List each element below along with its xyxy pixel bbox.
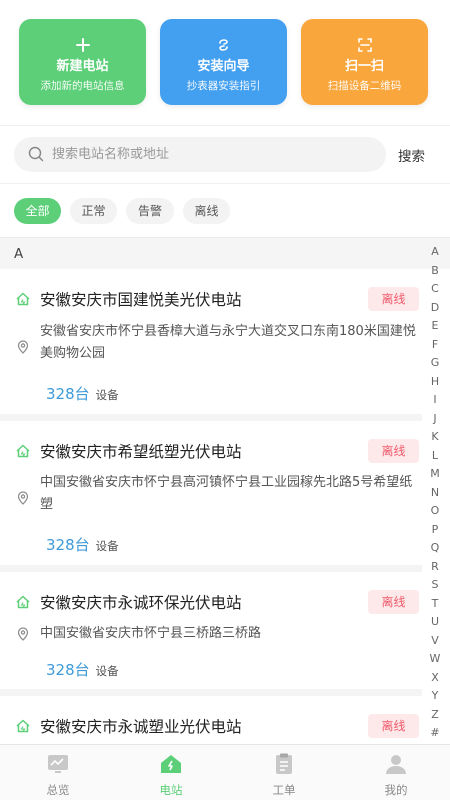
section-letter: A bbox=[14, 246, 24, 262]
scan-icon bbox=[301, 36, 428, 58]
tab-overview[interactable]: 总览 bbox=[2, 745, 114, 800]
station-address: 中国安徽省安庆市怀宁县三桥路三桥路 bbox=[40, 626, 262, 641]
tab-mine[interactable]: 我的 bbox=[340, 745, 450, 800]
index-letter[interactable]: Q bbox=[424, 539, 446, 558]
index-letter[interactable]: L bbox=[424, 447, 446, 466]
device-count: 328台 设备 bbox=[46, 659, 119, 680]
device-count-unit: 设备 bbox=[95, 388, 119, 402]
divider bbox=[0, 125, 450, 126]
monitor-chart-icon bbox=[48, 755, 68, 773]
tab-overview-label: 总览 bbox=[46, 783, 70, 797]
plus-icon bbox=[19, 36, 146, 58]
status-badge: 离线 bbox=[368, 714, 419, 738]
station-address: 中国安徽省安庆市怀宁县高河镇怀宁县工业园稼先北路5号希望纸塑 bbox=[40, 475, 413, 512]
status-badge: 离线 bbox=[368, 439, 419, 463]
station-name: 安徽安庆市国建悦美光伏电站 bbox=[40, 291, 242, 309]
home-icon bbox=[16, 444, 30, 458]
location-pin-icon bbox=[17, 491, 29, 505]
index-letter[interactable]: C bbox=[424, 280, 446, 299]
clipboard-icon bbox=[276, 753, 292, 774]
index-letter[interactable]: T bbox=[424, 595, 446, 614]
tab-station-label: 电站 bbox=[159, 783, 183, 797]
device-count-unit: 设备 bbox=[95, 664, 119, 678]
station-name: 安徽安庆市希望纸塑光伏电站 bbox=[40, 443, 242, 461]
index-letter[interactable]: I bbox=[424, 391, 446, 410]
filter-offline[interactable]: 离线 bbox=[183, 198, 230, 224]
search-bar[interactable] bbox=[14, 137, 386, 172]
tab-station[interactable]: 电站 bbox=[115, 745, 227, 800]
index-letter[interactable]: A bbox=[424, 243, 446, 262]
search-button[interactable]: 搜索 bbox=[398, 145, 425, 165]
quick-actions: 新建电站 添加新的电站信息 安装向导 抄表器安装指引 扫一扫 扫描设备二维码 bbox=[0, 0, 450, 128]
index-letter[interactable]: H bbox=[424, 373, 446, 392]
status-badge: 离线 bbox=[368, 590, 419, 614]
new-station-button[interactable]: 新建电站 添加新的电站信息 bbox=[19, 19, 146, 105]
station-list-item[interactable]: 安徽安庆市永诚环保光伏电站 离线 中国安徽省安庆市怀宁县三桥路三桥路 328台设… bbox=[0, 572, 422, 696]
station-home-icon bbox=[161, 755, 181, 773]
station-address: 安徽省安庆市怀宁县香樟大道与永宁大道交叉口东南180米国建悦美购物公园 bbox=[40, 324, 416, 361]
device-count-value: 328台 bbox=[46, 536, 90, 554]
index-letter[interactable]: J bbox=[424, 410, 446, 429]
index-letter[interactable]: K bbox=[424, 428, 446, 447]
device-count-value: 328台 bbox=[46, 661, 90, 679]
index-letter[interactable]: U bbox=[424, 613, 446, 632]
scan-subtitle: 扫描设备二维码 bbox=[327, 80, 402, 92]
index-letter[interactable]: Y bbox=[424, 687, 446, 706]
install-guide-subtitle: 抄表器安装指引 bbox=[186, 80, 261, 92]
station-name: 安徽安庆市永诚环保光伏电站 bbox=[40, 594, 242, 612]
filter-all[interactable]: 全部 bbox=[14, 198, 61, 224]
bottom-tab-bar: 总览 电站 工单 我的 bbox=[0, 744, 450, 800]
index-letter[interactable]: P bbox=[424, 521, 446, 540]
device-count: 328台 设备 bbox=[46, 383, 119, 404]
tab-workorder[interactable]: 工单 bbox=[228, 745, 340, 800]
index-letter[interactable]: D bbox=[424, 299, 446, 318]
new-station-subtitle: 添加新的电站信息 bbox=[40, 80, 125, 92]
index-letter[interactable]: E bbox=[424, 317, 446, 336]
divider bbox=[0, 183, 450, 184]
station-list-item[interactable]: 安徽安庆市国建悦美光伏电站 离线 安徽省安庆市怀宁县香樟大道与永宁大道交叉口东南… bbox=[0, 269, 422, 421]
index-letter[interactable]: S bbox=[424, 576, 446, 595]
home-icon bbox=[16, 292, 30, 306]
location-pin-icon bbox=[17, 340, 29, 354]
section-header: A bbox=[0, 237, 450, 269]
station-list-item[interactable]: 安徽安庆市希望纸塑光伏电站 离线 中国安徽省安庆市怀宁县高河镇怀宁县工业园稼先北… bbox=[0, 421, 422, 572]
filter-alarm[interactable]: 告警 bbox=[126, 198, 174, 224]
device-count-value: 328台 bbox=[46, 385, 90, 403]
index-letter[interactable]: B bbox=[424, 262, 446, 281]
index-letter[interactable]: W bbox=[424, 650, 446, 669]
user-icon bbox=[386, 755, 406, 774]
guide-icon bbox=[160, 36, 287, 58]
index-letter[interactable]: R bbox=[424, 558, 446, 577]
search-input[interactable] bbox=[52, 137, 372, 172]
alphabet-index[interactable]: A B C D E F G H I J K L M N O P Q R S T … bbox=[424, 243, 446, 743]
device-count-unit: 设备 bbox=[95, 539, 119, 553]
station-name: 安徽安庆市永诚塑业光伏电站 bbox=[40, 718, 242, 736]
index-letter[interactable]: X bbox=[424, 669, 446, 688]
tab-mine-label: 我的 bbox=[384, 783, 408, 797]
location-pin-icon bbox=[17, 627, 29, 641]
search-icon bbox=[28, 146, 44, 162]
home-icon bbox=[16, 719, 30, 733]
filter-normal[interactable]: 正常 bbox=[70, 198, 117, 224]
install-guide-title: 安装向导 bbox=[197, 59, 250, 74]
index-letter[interactable]: G bbox=[424, 354, 446, 373]
index-letter[interactable]: F bbox=[424, 336, 446, 355]
home-icon bbox=[16, 595, 30, 609]
scan-button[interactable]: 扫一扫 扫描设备二维码 bbox=[301, 19, 428, 105]
tab-workorder-label: 工单 bbox=[272, 783, 296, 797]
index-letter[interactable]: N bbox=[424, 484, 446, 503]
install-guide-button[interactable]: 安装向导 抄表器安装指引 bbox=[160, 19, 287, 105]
index-letter[interactable]: M bbox=[424, 465, 446, 484]
index-letter[interactable]: V bbox=[424, 632, 446, 651]
scan-title: 扫一扫 bbox=[344, 59, 384, 74]
index-letter[interactable]: O bbox=[424, 502, 446, 521]
status-badge: 离线 bbox=[368, 287, 419, 311]
device-count: 328台 设备 bbox=[46, 534, 119, 555]
index-letter[interactable]: Z bbox=[424, 706, 446, 725]
index-letter[interactable]: # bbox=[424, 724, 446, 743]
station-page: 新建电站 添加新的电站信息 安装向导 抄表器安装指引 扫一扫 扫描设备二维码 搜… bbox=[0, 0, 450, 800]
new-station-title: 新建电站 bbox=[56, 59, 109, 74]
